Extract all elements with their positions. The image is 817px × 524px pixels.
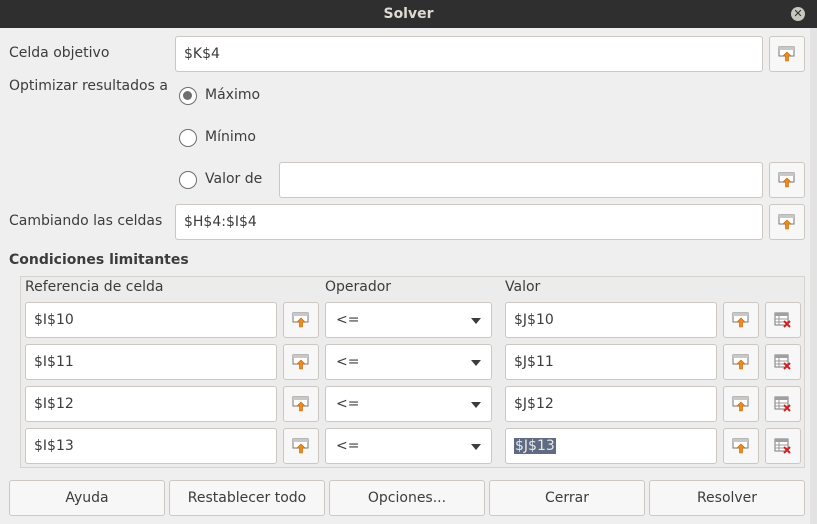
operator-value: <= (336, 354, 360, 370)
help-button[interactable]: Ayuda (9, 480, 165, 516)
shrink-select-icon (732, 396, 749, 412)
shrink-select-icon (732, 438, 749, 454)
constraint-ref-field[interactable]: $I$10 (25, 302, 277, 338)
constraints-heading: Condiciones limitantes (9, 252, 189, 268)
target-shrink-button[interactable] (769, 36, 805, 72)
remove-constraint-button[interactable] (765, 302, 801, 338)
shrink-select-icon (778, 46, 795, 62)
header-value: Valor (505, 279, 541, 295)
shrink-select-icon (292, 354, 309, 370)
radio-maximum-label[interactable]: Máximo (205, 87, 260, 103)
constraint-ref-field[interactable]: $I$13 (25, 428, 277, 464)
reset-all-button[interactable]: Restablecer todo (169, 480, 325, 516)
operator-value: <= (336, 312, 360, 328)
constraint-operator-select[interactable]: <= (325, 386, 492, 422)
shrink-select-icon (292, 396, 309, 412)
remove-constraint-icon (774, 312, 791, 328)
chevron-down-icon (471, 360, 481, 366)
constraint-value-field[interactable]: $J$12 (505, 386, 717, 422)
changing-cells-field[interactable]: $H$4:$I$4 (175, 204, 763, 240)
value-of-field[interactable] (279, 162, 763, 198)
window-edge (810, 28, 817, 524)
constraint-ref-shrink-button[interactable] (283, 386, 319, 422)
constraint-ref-shrink-button[interactable] (283, 344, 319, 380)
value-of-shrink-button[interactable] (769, 162, 805, 198)
chevron-down-icon (471, 444, 481, 450)
shrink-select-icon (732, 312, 749, 328)
radio-minimum[interactable] (179, 129, 197, 147)
chevron-down-icon (471, 318, 481, 324)
close-icon[interactable]: ✕ (791, 7, 805, 21)
constraint-value-field[interactable]: $J$13 (505, 428, 717, 464)
target-cell-label: Celda objetivo (9, 45, 110, 61)
radio-maximum[interactable] (179, 87, 197, 105)
radio-minimum-label[interactable]: Mínimo (205, 129, 256, 145)
shrink-select-icon (778, 214, 795, 230)
remove-constraint-icon (774, 354, 791, 370)
constraint-ref-field[interactable]: $I$11 (25, 344, 277, 380)
solve-button[interactable]: Resolver (649, 480, 805, 516)
constraint-ref-shrink-button[interactable] (283, 302, 319, 338)
remove-constraint-icon (774, 438, 791, 454)
shrink-select-icon (778, 172, 795, 188)
constraint-operator-select[interactable]: <= (325, 428, 492, 464)
constraint-ref-shrink-button[interactable] (283, 428, 319, 464)
constraint-value-field[interactable]: $J$11 (505, 344, 717, 380)
constraint-value-shrink-button[interactable] (723, 302, 759, 338)
constraint-value-field[interactable]: $J$10 (505, 302, 717, 338)
radio-value-of[interactable] (179, 171, 197, 189)
shrink-select-icon (292, 438, 309, 454)
options-button[interactable]: Opciones... (329, 480, 485, 516)
constraint-value-shrink-button[interactable] (723, 428, 759, 464)
title-bar: Solver ✕ (0, 0, 817, 28)
operator-value: <= (336, 396, 360, 412)
radio-value-of-label[interactable]: Valor de (205, 171, 262, 187)
window-title: Solver (383, 6, 434, 22)
remove-constraint-button[interactable] (765, 386, 801, 422)
changing-cells-label: Cambiando las celdas (9, 213, 163, 229)
target-cell-field[interactable]: $K$4 (175, 36, 763, 72)
selected-text: $J$13 (514, 438, 556, 454)
remove-constraint-button[interactable] (765, 428, 801, 464)
operator-value: <= (336, 438, 360, 454)
close-button[interactable]: Cerrar (489, 480, 645, 516)
constraint-operator-select[interactable]: <= (325, 302, 492, 338)
shrink-select-icon (292, 312, 309, 328)
chevron-down-icon (471, 402, 481, 408)
constraint-value-shrink-button[interactable] (723, 386, 759, 422)
constraint-value-shrink-button[interactable] (723, 344, 759, 380)
constraint-ref-field[interactable]: $I$12 (25, 386, 277, 422)
shrink-select-icon (732, 354, 749, 370)
changing-shrink-button[interactable] (769, 204, 805, 240)
optimize-label: Optimizar resultados a (9, 78, 168, 94)
header-operator: Operador (325, 279, 392, 295)
remove-constraint-icon (774, 396, 791, 412)
remove-constraint-button[interactable] (765, 344, 801, 380)
constraint-operator-select[interactable]: <= (325, 344, 492, 380)
header-cell-reference: Referencia de celda (25, 279, 164, 295)
